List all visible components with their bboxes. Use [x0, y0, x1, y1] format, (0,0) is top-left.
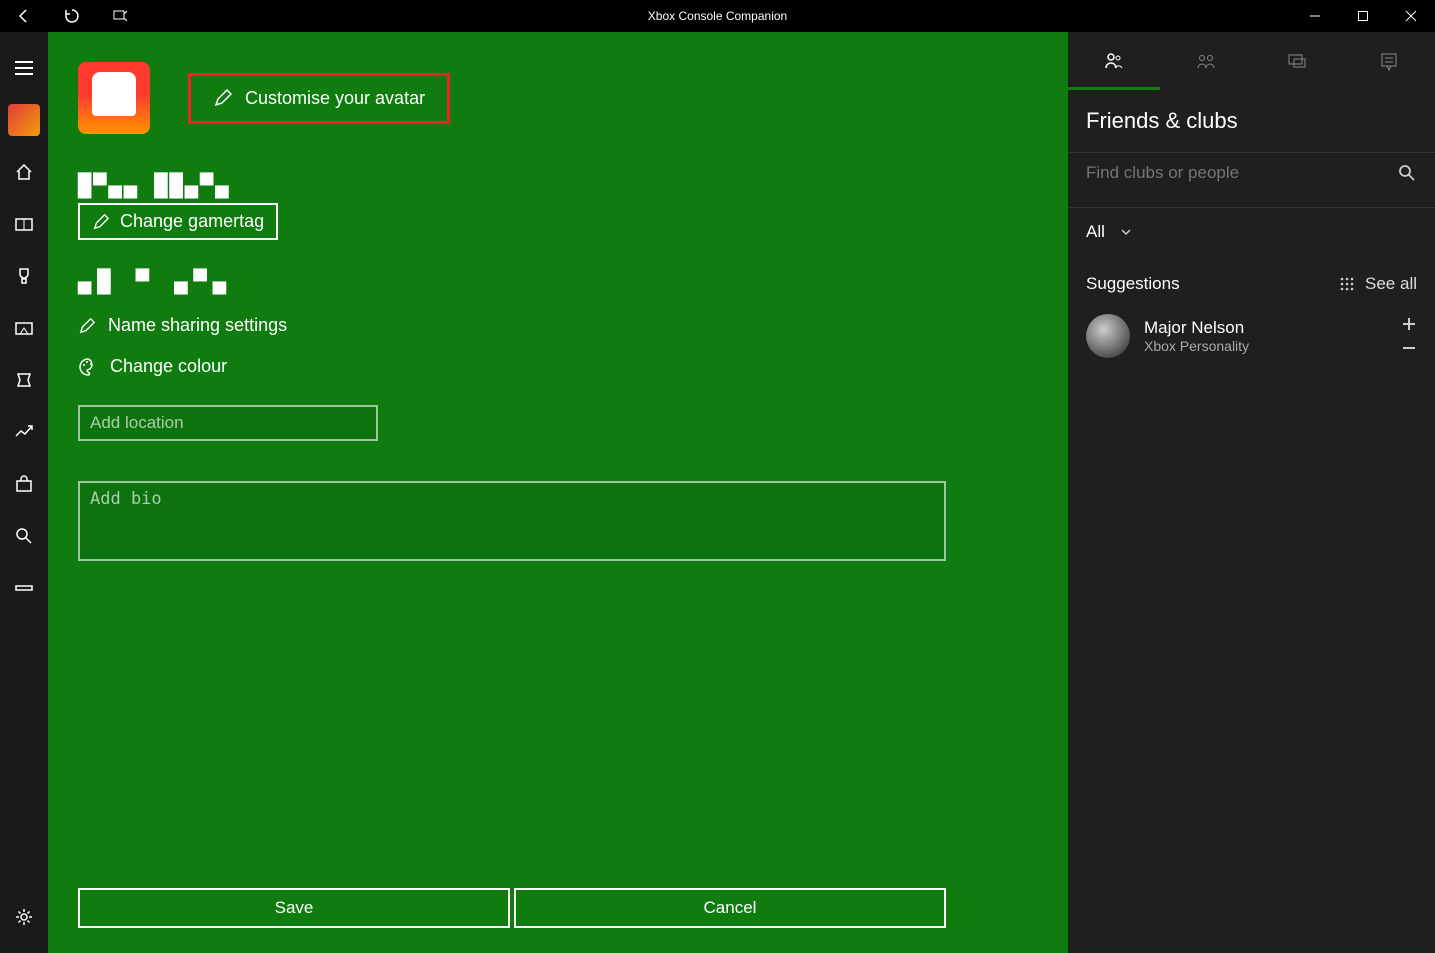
change-gamertag-label: Change gamertag — [120, 211, 264, 232]
name-sharing-button[interactable]: Name sharing settings — [48, 315, 1068, 336]
save-button[interactable]: Save — [78, 888, 510, 928]
clubs-icon[interactable] — [0, 356, 48, 404]
connection-icon[interactable] — [0, 564, 48, 612]
titlebar: Xbox Console Companion — [0, 0, 1435, 32]
location-input[interactable] — [78, 405, 378, 441]
suggestion-subtitle: Xbox Personality — [1144, 338, 1387, 354]
friends-filter-dropdown[interactable]: All — [1068, 208, 1435, 256]
customise-avatar-button[interactable]: Customise your avatar — [188, 73, 450, 124]
suggestions-label: Suggestions — [1086, 274, 1180, 294]
settings-icon[interactable] — [0, 893, 48, 941]
pin-button[interactable] — [96, 0, 144, 32]
maximize-button[interactable] — [1339, 0, 1387, 32]
close-button[interactable] — [1387, 0, 1435, 32]
achievements-icon[interactable] — [0, 252, 48, 300]
trending-icon[interactable] — [0, 408, 48, 456]
suggestion-name: Major Nelson — [1144, 318, 1387, 338]
suggestion-item[interactable]: Major Nelson Xbox Personality — [1068, 306, 1435, 366]
see-all-link[interactable]: See all — [1365, 274, 1417, 294]
friends-search-input[interactable] — [1086, 163, 1397, 183]
captures-icon[interactable] — [0, 304, 48, 352]
gamertag-text: █▀▄▄ ██▄▀▄ — [78, 174, 1038, 199]
friends-title: Friends & clubs — [1068, 90, 1435, 152]
search-icon[interactable] — [0, 512, 48, 560]
pencil-icon — [78, 317, 96, 335]
avatar-image — [78, 62, 150, 134]
minimize-button[interactable] — [1291, 0, 1339, 32]
profile-avatar-icon[interactable] — [0, 96, 48, 144]
filter-label: All — [1086, 222, 1105, 242]
dismiss-icon[interactable] — [1401, 340, 1417, 356]
left-nav-rail — [0, 32, 48, 953]
bio-input[interactable] — [78, 481, 946, 561]
chevron-down-icon — [1119, 225, 1133, 239]
tab-activity[interactable] — [1343, 32, 1435, 90]
suggestion-avatar — [1086, 314, 1130, 358]
store-icon[interactable] — [0, 460, 48, 508]
grid-icon[interactable] — [1339, 276, 1355, 292]
palette-icon — [78, 357, 98, 377]
window-title: Xbox Console Companion — [648, 9, 787, 23]
name-sharing-label: Name sharing settings — [108, 315, 287, 336]
tab-messages[interactable] — [1252, 32, 1344, 90]
refresh-button[interactable] — [48, 0, 96, 32]
add-friend-icon[interactable] — [1401, 316, 1417, 332]
friends-pane: Friends & clubs All Suggestions See all — [1068, 32, 1435, 953]
change-colour-button[interactable]: Change colour — [48, 356, 1068, 377]
cancel-button[interactable]: Cancel — [514, 888, 946, 928]
change-gamertag-button[interactable]: Change gamertag — [78, 203, 278, 240]
pencil-icon — [213, 88, 233, 108]
tab-friends[interactable] — [1068, 32, 1160, 90]
hamburger-icon[interactable] — [0, 44, 48, 92]
home-icon[interactable] — [0, 148, 48, 196]
tab-parties[interactable] — [1160, 32, 1252, 90]
my-games-icon[interactable] — [0, 200, 48, 248]
customise-avatar-label: Customise your avatar — [245, 88, 425, 109]
change-colour-label: Change colour — [110, 356, 227, 377]
search-icon[interactable] — [1397, 163, 1417, 183]
real-name-text: ▄█ ▀ ▄▀▄ — [48, 270, 1068, 295]
back-button[interactable] — [0, 0, 48, 32]
profile-editor: Customise your avatar █▀▄▄ ██▄▀▄ Change … — [48, 32, 1068, 953]
pencil-icon — [92, 213, 110, 231]
